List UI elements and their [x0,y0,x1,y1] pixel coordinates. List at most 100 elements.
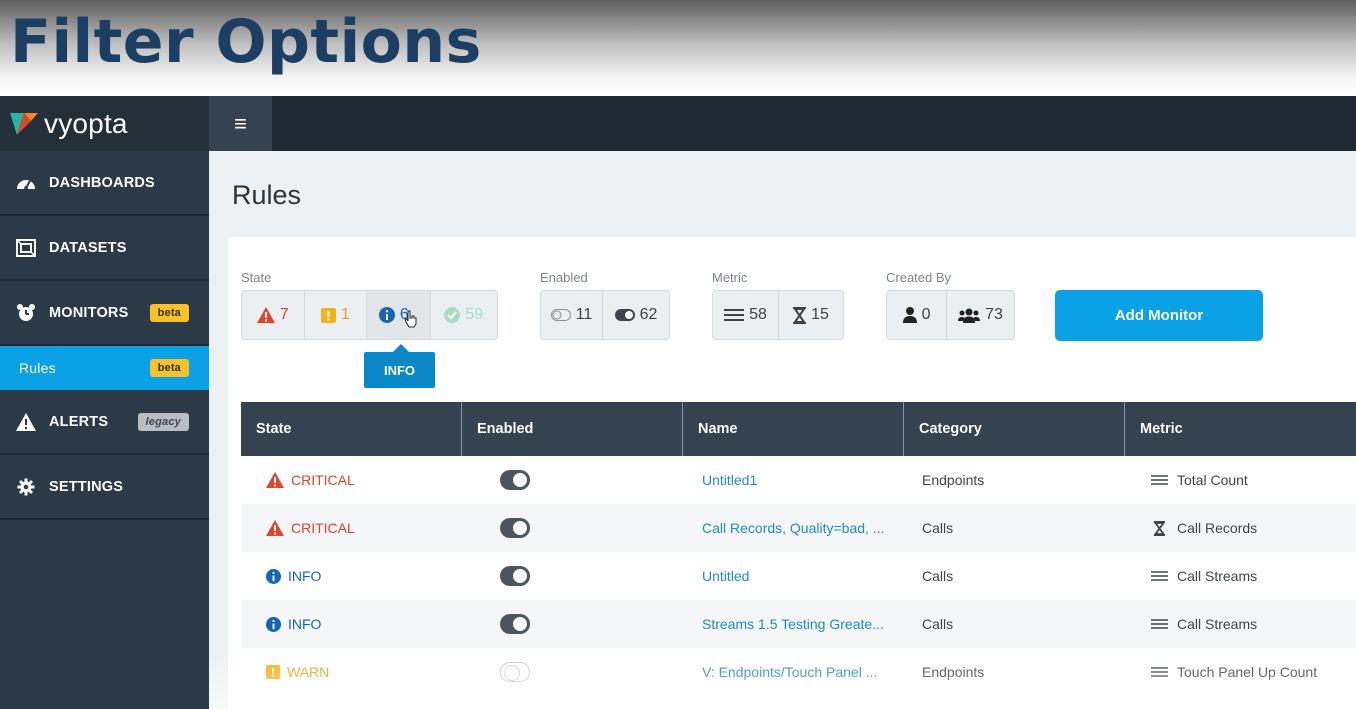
warn-square-icon [266,665,280,679]
state-filter-critical[interactable]: 7 [242,291,305,339]
state-cell: INFO [241,600,462,648]
table-row[interactable]: CRITICAL Call Records, Quality=bad, ... … [241,504,1356,552]
hamburger-menu-button[interactable]: ≡ [209,96,272,151]
sidebar-item-datasets[interactable]: DATASETS [0,216,209,281]
category-cell: Endpoints [922,472,985,488]
info-tooltip: INFO [364,344,435,388]
metric-filter-label: Metric [712,270,748,285]
column-header-state[interactable]: State [241,402,462,456]
enabled-count: 62 [639,306,658,323]
sidebar-item-label: DATASETS [49,239,127,256]
sidebar-item-dashboards[interactable]: DASHBOARDS [0,151,209,216]
gear-icon [14,476,38,498]
hand-cursor-icon [404,310,417,328]
state-filter-warn[interactable]: 1 [305,291,368,339]
state-filter-label: State [241,270,272,285]
info-circle-icon [378,307,395,323]
brand-name: vyopta [44,107,128,139]
metric-cell: Call Streams [1125,552,1346,600]
enabled-cell [462,504,683,552]
logo[interactable]: vyopta [0,96,209,151]
metric-filter-count[interactable]: 58 [713,291,779,339]
category-cell: Endpoints [922,664,985,680]
warn-square-icon [320,307,336,323]
category-cell: Calls [922,616,954,632]
metric-cell: Total Count [1125,456,1346,504]
vyopta-logo-icon [10,112,38,135]
toggle-off-icon [550,309,571,321]
enabled-toggle[interactable] [500,566,530,586]
alert-triangle-icon [14,411,38,433]
column-header-enabled[interactable]: Enabled [462,402,683,456]
enabled-filter-disabled[interactable]: 11 [541,291,604,339]
info-circle-icon [266,568,281,584]
metric-filter-group: 58 15 [712,290,844,340]
title-banner: Filter Options [0,0,1356,96]
sidebar-item-monitors[interactable]: MONITORS beta [0,281,209,346]
state-label: CRITICAL [291,472,355,488]
metric-label: Call Records [1177,520,1258,536]
banner-title: Filter Options [10,7,482,77]
sidebar-item-settings[interactable]: SETTINGS [0,455,209,520]
table-row[interactable]: WARN V: Endpoints/Touch Panel ... Endpoi… [241,648,1356,696]
rule-name-link[interactable]: Untitled [683,552,904,600]
sidebar-item-rules[interactable]: Rules beta [0,346,209,390]
count-lines-icon [1151,619,1168,629]
enabled-filter-enabled[interactable]: 62 [603,291,669,339]
state-filter-info[interactable]: 6 [367,291,431,339]
hamburger-icon: ≡ [234,110,247,136]
monitor-alarm-icon [14,302,38,324]
category-cell: Calls [922,568,954,584]
enabled-toggle[interactable] [500,614,530,634]
enabled-toggle[interactable] [500,662,530,682]
user-icon [902,307,917,323]
created-by-filter-label: Created By [886,270,952,285]
table-row[interactable]: INFO Untitled Calls Call Streams [241,552,1356,600]
created-by-everyone-filter[interactable]: 73 [947,291,1014,339]
metric-filter-timed[interactable]: 15 [779,291,843,339]
column-header-name[interactable]: Name [683,402,904,456]
rules-table: State Enabled Name Category Metric CRITI… [241,402,1356,696]
check-circle-icon [444,307,461,323]
column-header-category[interactable]: Category [904,402,1125,456]
sidebar-item-label: SETTINGS [49,478,124,495]
category-cell: Calls [922,520,954,536]
enabled-cell [462,456,683,504]
count-metric-count: 58 [749,306,767,323]
sidebar-item-alerts[interactable]: ALERTS legacy [0,390,209,455]
rule-name-link[interactable]: Call Records, Quality=bad, ... [683,504,904,552]
warning-triangle-icon [256,307,275,323]
sidebar: vyopta DASHBOARDS DATASETS MONITORS beta… [0,96,209,709]
dashboard-gauge-icon [14,172,38,194]
table-header: State Enabled Name Category Metric [241,402,1356,456]
enabled-toggle[interactable] [500,470,530,490]
beta-badge: beta [149,359,189,377]
users-group-icon [958,308,981,323]
metric-label: Touch Panel Up Count [1177,664,1318,680]
state-ok-count: 59 [465,306,484,323]
page-title: Rules [232,180,302,210]
sidebar-item-label: ALERTS [49,413,109,430]
enabled-filter-group: 11 62 [540,290,670,340]
sidebar-item-label: DASHBOARDS [49,174,155,191]
top-bar: ≡ [209,96,1356,151]
rule-name-link[interactable]: Streams 1.5 Testing Greate... [683,600,904,648]
metric-label: Total Count [1177,472,1248,488]
warning-triangle-icon [266,472,284,488]
metric-label: Call Streams [1177,616,1258,632]
table-row[interactable]: INFO Streams 1.5 Testing Greate... Calls… [241,600,1356,648]
enabled-toggle[interactable] [500,518,530,538]
column-header-metric[interactable]: Metric [1125,402,1355,456]
created-by-me-count: 0 [921,306,931,323]
rule-name-link[interactable]: Untitled1 [683,456,904,504]
state-cell: INFO [241,552,462,600]
state-warn-count: 1 [340,306,350,323]
add-monitor-button[interactable]: Add Monitor [1055,290,1263,341]
created-by-me-filter[interactable]: 0 [887,291,948,339]
state-critical-count: 7 [279,306,289,323]
created-by-everyone-count: 73 [985,306,1003,323]
rule-name-link[interactable]: V: Endpoints/Touch Panel ... [683,648,904,696]
state-label: CRITICAL [291,520,355,536]
table-row[interactable]: CRITICAL Untitled1 Endpoints Total Count [241,456,1356,504]
state-filter-ok[interactable]: 59 [431,291,497,339]
